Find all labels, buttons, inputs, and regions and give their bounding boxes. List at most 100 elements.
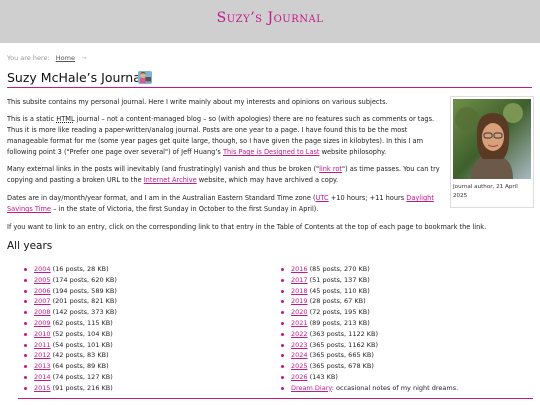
- all-years-heading: All years: [7, 240, 53, 252]
- utc-link[interactable]: UTC: [316, 194, 329, 202]
- year-list-item: 2013 (64 posts, 89 KB): [24, 361, 274, 372]
- year-link[interactable]: 2020: [291, 308, 308, 316]
- page-title: Suzy McHale’s Journal: [7, 70, 145, 85]
- site-title[interactable]: Suzy’s Journal: [0, 10, 540, 26]
- year-link[interactable]: 2004: [34, 265, 51, 273]
- year-info: (54 posts, 101 KB): [50, 340, 113, 349]
- year-info: (74 posts, 127 KB): [50, 372, 113, 381]
- year-link[interactable]: 2017: [291, 276, 308, 284]
- year-list-item: 2026 (143 KB): [281, 372, 533, 383]
- year-info: (365 posts, 665 KB): [307, 351, 374, 360]
- year-list-item: 2005 (174 posts, 620 KB): [24, 275, 274, 286]
- year-info: (72 posts, 195 KB): [307, 308, 370, 317]
- intro-paragraph-1: This subsite contains my personal journa…: [7, 98, 388, 106]
- intro-paragraph-2: This is a static HTML journal – not a co…: [7, 114, 447, 158]
- intro-p4-text-c: – in the state of Victoria, the first Su…: [51, 205, 319, 213]
- year-list-item: 2011 (54 posts, 101 KB): [24, 340, 274, 351]
- year-link[interactable]: 2009: [34, 319, 51, 327]
- year-link[interactable]: 2010: [34, 330, 51, 338]
- intro-p4-text-a: Dates are in day/month/year format, and …: [7, 194, 316, 202]
- year-info: (194 posts, 589 KB): [50, 286, 117, 295]
- intro-p3-text-c: website, which may have archived a copy.: [196, 176, 339, 184]
- year-link[interactable]: 2018: [291, 287, 308, 295]
- year-list-item: 2025 (365 posts, 678 KB): [281, 361, 533, 372]
- year-link[interactable]: 2015: [34, 384, 51, 392]
- footer-divider: [18, 398, 533, 399]
- woman-technologist-icon: [138, 71, 152, 84]
- page-designed-to-last-link[interactable]: This Page is Designed to Last: [223, 148, 320, 156]
- year-info: (64 posts, 89 KB): [50, 362, 109, 371]
- year-list-item: 2007 (201 posts, 821 KB): [24, 296, 274, 307]
- year-list-item: 2004 (16 posts, 28 KB): [24, 264, 274, 275]
- year-info: (62 posts, 115 KB): [50, 318, 113, 327]
- link-rot-link[interactable]: link rot: [319, 165, 342, 173]
- intro-paragraph-4: Dates are in day/month/year format, and …: [7, 193, 447, 215]
- year-link[interactable]: 2006: [34, 287, 51, 295]
- year-link[interactable]: 2016: [291, 265, 308, 273]
- year-list-item: Dream Diary: occasional notes of my nigh…: [281, 383, 533, 394]
- year-link[interactable]: 2022: [291, 330, 308, 338]
- year-link[interactable]: 2026: [291, 373, 308, 381]
- year-info: (201 posts, 821 KB): [50, 297, 117, 306]
- title-divider: [7, 87, 532, 88]
- intro-paragraph-5: If you want to link to an entry, click o…: [7, 223, 487, 231]
- year-info: (45 posts, 110 KB): [307, 286, 370, 295]
- breadcrumb-arrow-icon: →: [81, 54, 87, 62]
- year-link[interactable]: 2024: [291, 351, 308, 359]
- breadcrumb: You are here: Home →: [7, 54, 87, 62]
- year-list-item: 2006 (194 posts, 589 KB): [24, 286, 274, 297]
- year-list-item: 2019 (28 posts, 67 KB): [281, 296, 533, 307]
- year-info: (365 posts, 1162 KB): [307, 340, 379, 349]
- year-info: (28 posts, 67 KB): [307, 297, 366, 306]
- year-info: (85 posts, 270 KB): [307, 265, 370, 273]
- year-link[interactable]: 2005: [34, 276, 51, 284]
- year-info: (51 posts, 137 KB): [307, 275, 370, 284]
- year-link[interactable]: 2012: [34, 351, 51, 359]
- breadcrumb-prefix: You are here:: [7, 54, 50, 62]
- year-link[interactable]: Dream Diary: [291, 384, 332, 392]
- year-link[interactable]: 2023: [291, 341, 308, 349]
- year-link[interactable]: 2011: [34, 341, 51, 349]
- year-list-item: 2017 (51 posts, 137 KB): [281, 275, 533, 286]
- years-list-left: 2004 (16 posts, 28 KB) 2005 (174 posts, 6…: [24, 264, 274, 394]
- intro-p2-text-a: This is a static: [7, 115, 57, 123]
- internet-archive-link[interactable]: Internet Archive: [144, 176, 197, 184]
- intro-p4-text-b: +10 hours; +11 hours: [328, 194, 407, 202]
- year-list-item: 2023 (365 posts, 1162 KB): [281, 340, 533, 351]
- year-info: (16 posts, 28 KB): [50, 265, 109, 273]
- year-list-item: 2009 (62 posts, 115 KB): [24, 318, 274, 329]
- year-link[interactable]: 2008: [34, 308, 51, 316]
- year-info: (143 KB): [307, 372, 338, 381]
- year-list-item: 2010 (52 posts, 104 KB): [24, 329, 274, 340]
- year-info: (142 posts, 373 KB): [50, 308, 117, 317]
- site-header: Suzy’s Journal: [0, 0, 540, 43]
- year-info: (52 posts, 104 KB): [50, 329, 113, 338]
- year-list-item: 2016 (85 posts, 270 KB): [281, 264, 533, 275]
- year-link[interactable]: 2025: [291, 362, 308, 370]
- year-link[interactable]: 2019: [291, 297, 308, 305]
- year-list-item: 2015 (91 posts, 216 KB): [24, 383, 274, 394]
- year-list-item: 2008 (142 posts, 373 KB): [24, 307, 274, 318]
- years-list-right: 2016 (85 posts, 270 KB) 2017 (51 posts, 1…: [281, 264, 533, 394]
- year-link[interactable]: 2021: [291, 319, 308, 327]
- year-list-item: 2018 (45 posts, 110 KB): [281, 286, 533, 297]
- year-info: (365 posts, 678 KB): [307, 362, 374, 371]
- html-abbr: HTML: [56, 115, 75, 123]
- year-link[interactable]: 2007: [34, 297, 51, 305]
- year-info: (91 posts, 216 KB): [50, 383, 113, 392]
- year-link[interactable]: 2013: [34, 362, 51, 370]
- year-list-item: 2022 (363 posts, 1122 KB): [281, 329, 533, 340]
- year-list-item: 2012 (42 posts, 83 KB): [24, 350, 274, 361]
- year-info: (363 posts, 1122 KB): [307, 329, 379, 338]
- year-link[interactable]: 2014: [34, 373, 51, 381]
- year-info: : occasional notes of my night dreams.: [331, 383, 459, 392]
- breadcrumb-home-link[interactable]: Home: [56, 54, 75, 62]
- intro-p3-text-a: Many external links in the posts will in…: [7, 165, 320, 173]
- photo-caption: Journal author, 21 April 2025: [453, 184, 518, 199]
- year-info: (89 posts, 213 KB): [307, 318, 370, 327]
- year-list-item: 2021 (89 posts, 213 KB): [281, 318, 533, 329]
- year-list-item: 2020 (72 posts, 195 KB): [281, 307, 533, 318]
- year-list-item: 2024 (365 posts, 665 KB): [281, 350, 533, 361]
- intro-paragraph-3: Many external links in the posts will in…: [7, 164, 447, 186]
- year-info: (174 posts, 620 KB): [50, 275, 117, 284]
